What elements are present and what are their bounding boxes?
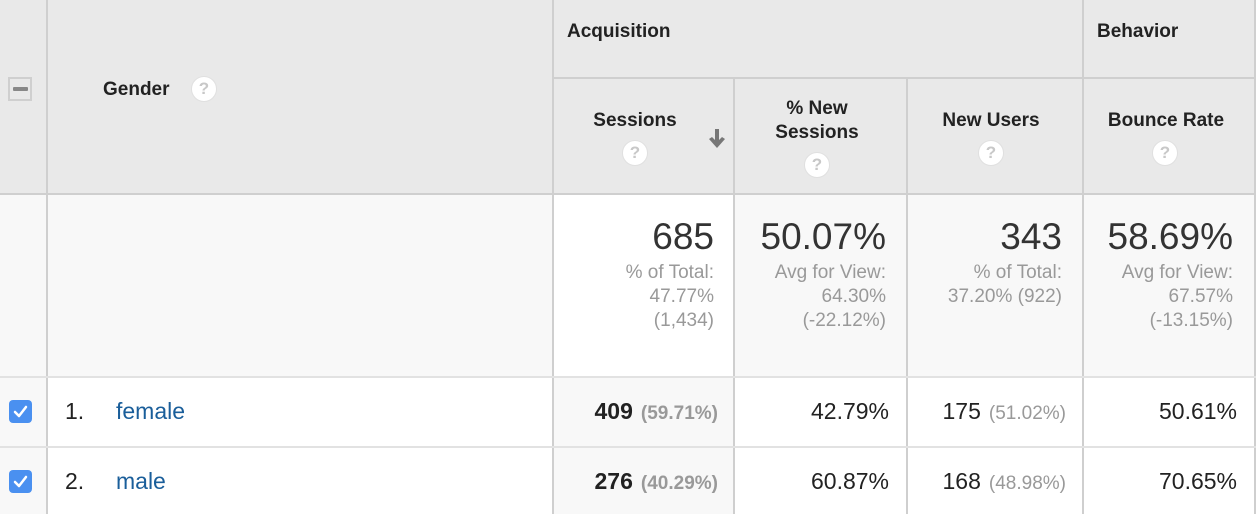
group-title-behavior: Behavior [1097,21,1179,42]
row-sessions: 409 (59.71%) [594,398,718,424]
header-col-bounce-rate[interactable] [1084,79,1256,194]
row-index: 1. [65,398,85,424]
row-pct-new-sessions: 42.79% [810,398,889,424]
checkmark-icon [13,405,28,418]
divider [46,0,48,514]
total-pct-new-sessions-value: 50.07% [760,216,887,257]
divider [552,77,1256,79]
help-icon[interactable]: ? [978,140,1004,166]
row-dimension-link[interactable]: male [116,468,166,495]
total-bounce-rate-value: 58.69% [1107,216,1234,257]
totals-dimension-cell [48,194,554,377]
divider [733,78,735,514]
help-icon[interactable]: ? [622,140,648,166]
column-title-new-users[interactable]: New Users [911,109,1071,133]
sort-descending-icon[interactable] [707,128,727,150]
divider [906,78,908,514]
total-new-users-value: 343 [1000,216,1062,257]
row-checkbox[interactable] [9,470,32,493]
help-icon[interactable]: ? [804,152,830,178]
row-bounce-rate: 50.61% [1158,398,1237,424]
dimension-header[interactable]: Gender [103,79,170,101]
collapse-all-button[interactable] [8,77,32,101]
column-title-bounce-rate[interactable]: Bounce Rate [1086,109,1246,133]
help-icon[interactable]: ? [191,76,217,102]
header-col-new-users[interactable] [907,79,1084,194]
row-checkbox[interactable] [9,400,32,423]
help-icon[interactable]: ? [1152,140,1178,166]
divider [0,376,1256,378]
minus-icon [13,87,28,91]
group-title-acquisition: Acquisition [567,21,671,42]
row-index: 2. [65,468,85,494]
totals-checkbox-cell [0,194,48,377]
column-title-pct-new-sessions[interactable]: % New Sessions [737,97,897,145]
row-dimension-link[interactable]: female [116,398,185,425]
total-sessions-value: 685 [652,216,714,257]
row-pct-new-sessions: 60.87% [810,468,889,494]
row-new-users: 175 (51.02%) [942,398,1066,424]
row-sessions: 276 (40.29%) [594,468,718,494]
column-title-sessions[interactable]: Sessions [574,109,696,133]
total-bounce-rate-sub: Avg for View: 67.57% (-13.15%) [1121,262,1233,331]
report-table: Gender ? Acquisition Behavior Sessions ?… [0,0,1256,514]
total-pct-new-sessions-sub: Avg for View: 64.30% (-22.12%) [774,262,886,331]
row-bounce-rate: 70.65% [1158,468,1237,494]
divider [0,446,1256,448]
total-new-users-sub: % of Total: 37.20% (922) [947,262,1062,307]
total-sessions-sub: % of Total: 47.77% (1,434) [625,262,714,331]
divider [0,193,1256,195]
checkmark-icon [13,475,28,488]
row-new-users: 168 (48.98%) [942,468,1066,494]
